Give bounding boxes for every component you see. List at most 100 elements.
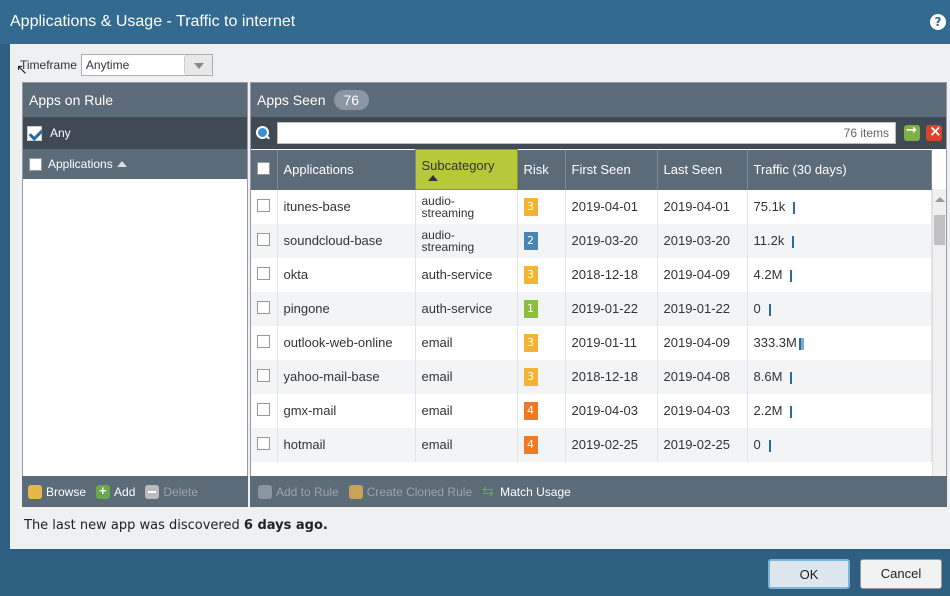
help-icon[interactable]: ? [930,14,946,30]
risk-cell: 3 [517,189,566,224]
any-row[interactable]: Any [23,117,247,149]
subcategory-cell: email [415,393,518,428]
match-arrows-icon: ⇆ [482,482,494,499]
subcategory-cell-text: auth-service [421,301,493,316]
first-seen-cell: 2019-03-20 [565,223,658,258]
sort-ascending-icon [427,175,438,181]
folder-icon [28,484,42,499]
delete-label: Delete [163,484,199,499]
application-cell[interactable]: yahoo-mail-base [277,359,416,394]
application-cell[interactable]: pingone [277,291,416,326]
subcategory-line2: streaming [421,205,475,220]
select-all-checkbox[interactable] [29,157,42,171]
select-all-apps-checkbox[interactable] [257,161,270,175]
scroll-up-icon[interactable] [935,197,945,202]
mouse-cursor-icon: ↖ [16,62,28,78]
delete-button[interactable]: Delete [145,484,199,499]
create-cloned-rule-button[interactable]: Create Cloned Rule [348,484,473,499]
subcategory-cell: auth-service [415,291,518,326]
row-select-cell [251,427,278,462]
first-seen-cell: 2019-01-11 [565,325,658,360]
last-seen-cell: 2019-04-09 [657,325,748,360]
traffic-sparkline-bar [790,371,793,384]
match-usage-button[interactable]: ⇆ Match Usage [482,482,571,499]
traffic-value: 11.2k [753,233,785,248]
subcategory-cell: email [415,359,518,394]
dialog-title: Applications & Usage - Traffic to intern… [10,13,296,30]
column-header-last-seen[interactable]: Last Seen [657,149,748,190]
subcategory-cell-text: email [421,403,453,418]
search-input[interactable]: 76 items [277,122,896,144]
risk-badge: 4 [523,435,538,454]
add-button[interactable]: Add [96,483,135,499]
cancel-button[interactable]: Cancel [860,559,942,589]
first-seen-cell: 2018-12-18 [565,359,658,394]
apps-on-rule-panel: Apps on Rule Any Applications [22,82,248,507]
first-seen-cell: 2018-12-18 [565,257,658,292]
table-row[interactable]: okta auth-service 3 2018-12-18 2019-04-09 4.2… [251,257,932,292]
column-header-traffic[interactable]: Traffic (30 days) [747,149,932,190]
any-checkbox[interactable] [27,125,42,141]
table-row[interactable]: soundcloud-base audio-streaming 2 2019-03-2… [251,223,932,258]
application-cell[interactable]: outlook-web-online [277,325,416,360]
row-checkbox[interactable] [257,402,270,416]
subcategory-cell: email [415,427,518,462]
row-checkbox[interactable] [257,300,270,314]
application-cell[interactable]: itunes-base [277,189,416,224]
last-seen-cell: 2019-02-25 [657,427,748,462]
first-seen-cell: 2019-04-01 [565,189,658,224]
dialog-footer: OK Cancel [0,549,950,596]
application-cell[interactable]: soundcloud-base [277,223,416,258]
search-icon [255,125,271,141]
traffic-sparkline-bar [790,405,793,418]
column-header-first-seen[interactable]: First Seen [565,149,658,190]
row-checkbox[interactable] [257,266,270,280]
row-select-cell [251,325,278,360]
row-checkbox[interactable] [257,368,270,382]
table-row[interactable]: gmx-mail email 4 2019-04-03 2019-04-03 2.2M [251,393,932,428]
ok-button[interactable]: OK [768,559,850,589]
timeframe-select[interactable]: Anytime [80,54,213,76]
application-cell[interactable]: hotmail [277,427,416,462]
traffic-sparkline-bar [798,337,804,350]
browse-button[interactable]: Browse [28,484,86,499]
status-days-ago: 6 days ago. [243,518,328,533]
table-row[interactable]: itunes-base audio-streaming 3 2019-04-01 201… [251,189,932,224]
row-checkbox[interactable] [257,198,270,212]
risk-badge: 3 [523,265,538,284]
row-checkbox[interactable] [257,232,270,246]
row-checkbox[interactable] [257,334,270,348]
timeframe-control: Timeframe Anytime [20,54,213,76]
traffic-sparkline-bar [792,235,795,248]
column-header-applications[interactable]: Applications [277,149,416,190]
risk-badge: 3 [523,197,538,216]
applications-column-header[interactable]: Applications [23,149,247,179]
table-row[interactable]: yahoo-mail-base email 3 2018-12-18 2019-04-0… [251,359,932,394]
vertical-scrollbar[interactable] [932,189,946,487]
traffic-cell: 0 [747,427,932,462]
apply-filter-icon[interactable] [904,123,920,141]
table-row[interactable]: pingone auth-service 1 2019-01-22 2019-01-22… [251,291,932,326]
chevron-down-icon[interactable] [183,55,212,75]
traffic-cell: 2.2M [747,393,932,428]
table-row[interactable]: hotmail email 4 2019-02-25 2019-02-25 0 [251,427,932,462]
dialog-titlebar: Applications & Usage - Traffic to intern… [0,0,950,44]
risk-badge: 1 [523,299,538,318]
traffic-sparkline-bar [790,269,793,282]
application-cell[interactable]: gmx-mail [277,393,416,428]
search-bar: 76 items [251,117,946,149]
column-header-subcategory[interactable]: Subcategory [414,149,518,190]
application-cell[interactable]: okta [277,257,416,292]
scroll-thumb[interactable] [934,215,945,245]
subcategory-cell: audio-streaming [415,189,518,224]
clear-filter-icon[interactable] [926,122,942,141]
last-discovered-status: The last new app was discovered 6 days a… [24,518,328,533]
create-cloned-rule-label: Create Cloned Rule [366,484,473,499]
risk-badge: 3 [523,333,538,352]
table-row[interactable]: outlook-web-online email 3 2019-01-11 2019-0… [251,325,932,360]
add-to-rule-button[interactable]: Add to Rule [258,484,339,499]
column-header-risk[interactable]: Risk [517,149,566,190]
row-checkbox[interactable] [257,436,270,450]
select-all-header [251,149,278,190]
row-select-cell [251,291,278,326]
